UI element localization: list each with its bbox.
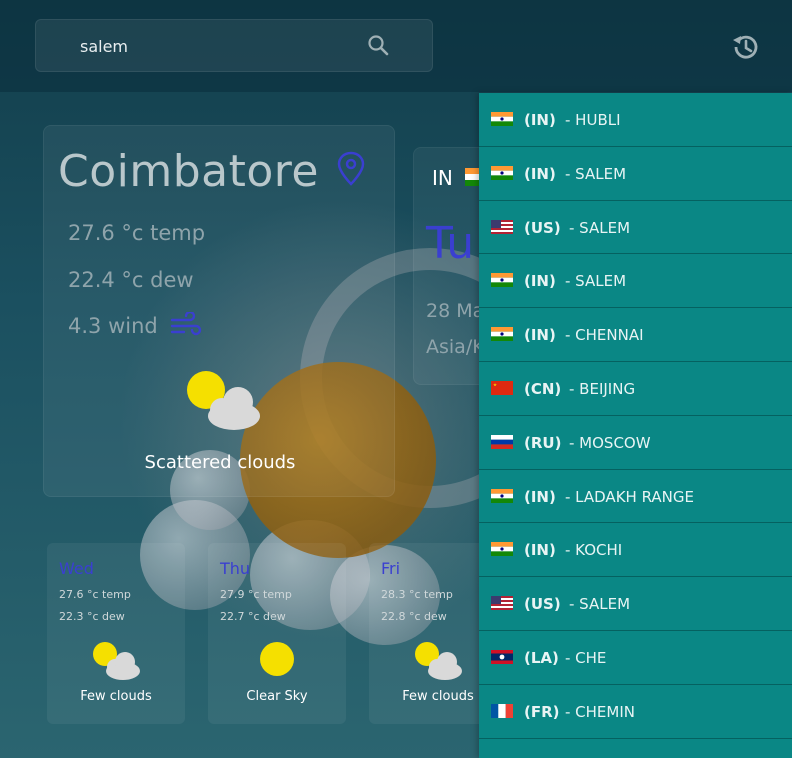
suggestion-item[interactable]: (US) - SALEM (479, 577, 792, 631)
india-flag-icon (491, 165, 513, 180)
search-suggestions-dropdown: (IN) - HUBLI (IN) - SALEM (US) - SALEM (IN) - S… (479, 93, 792, 758)
clear-sky-icon (260, 642, 294, 676)
temperature-value: 27.6 °c temp (68, 221, 206, 245)
suggestion-item[interactable]: (IN) - SALEM (479, 147, 792, 201)
suggestion-country-code: (LA) (524, 648, 559, 667)
search-input[interactable] (80, 34, 360, 58)
forecast-description: Few clouds (80, 689, 152, 704)
wind-icon (170, 312, 202, 336)
forecast-day: Fri (381, 559, 401, 578)
search-icon[interactable] (366, 33, 390, 57)
suggestion-item[interactable]: (LA) - CHE (479, 631, 792, 685)
suggestion-country-code: (US) (524, 595, 561, 614)
suggestion-country-code: (FR) (524, 702, 560, 721)
forecast-card: Wed 27.6 °c temp 22.3 °c dew Few clouds (47, 543, 185, 724)
suggestion-item[interactable]: (IN) - KOCHI (479, 523, 792, 578)
suggestion-item[interactable]: (FR) - CHEMIN (479, 685, 792, 739)
suggestion-country-code: (IN) (524, 487, 556, 506)
usa-flag-icon (491, 219, 513, 234)
suggestion-city-name: - HUBLI (565, 111, 621, 129)
china-flag-icon (491, 380, 513, 395)
suggestion-city-name: - CHE (565, 648, 607, 667)
wind-value: 4.3 wind (68, 314, 158, 338)
few-clouds-icon (415, 642, 462, 680)
few-clouds-icon (93, 642, 140, 680)
suggestion-country-code: (CN) (524, 379, 562, 398)
suggestion-item[interactable]: (IN) - LADAKH RANGE (479, 470, 792, 524)
suggestion-city-name: - SALEM (569, 595, 631, 614)
suggestion-item[interactable]: (RU) - MOSCOW (479, 416, 792, 470)
suggestion-item[interactable]: (US) - SALEM (479, 201, 792, 255)
usa-flag-icon (491, 596, 513, 611)
suggestion-city-name: - CHENNAI (565, 326, 644, 345)
forecast-dew: 22.8 °c dew (381, 610, 447, 623)
search-box[interactable] (35, 19, 433, 72)
suggestion-country-code: (IN) (524, 164, 556, 183)
dew-value: 22.4 °c dew (68, 268, 194, 292)
france-flag-icon (491, 703, 513, 718)
suggestion-city-name: - LADAKH RANGE (565, 487, 694, 506)
date-text: 28 Ma (426, 300, 485, 322)
suggestion-country-code: (US) (524, 218, 561, 237)
history-icon[interactable] (730, 31, 762, 63)
forecast-day: Thu (220, 559, 251, 578)
laos-flag-icon (491, 649, 513, 664)
suggestion-city-name: - CHEMIN (565, 702, 635, 721)
suggestion-city-name: - SALEM (565, 272, 627, 291)
forecast-dew: 22.3 °c dew (59, 610, 125, 623)
scattered-clouds-icon (187, 371, 260, 430)
suggestion-city-name: - SALEM (565, 164, 627, 183)
current-weather-card: Coimbatore 27.6 °c temp 22.4 °c dew 4.3 … (43, 125, 395, 497)
suggestion-country-code: (IN) (524, 272, 556, 291)
suggestion-city-name: - SALEM (569, 218, 631, 237)
forecast-day: Wed (59, 559, 94, 578)
suggestion-country-code: (RU) (524, 433, 562, 452)
day-name: Tu (426, 218, 475, 269)
forecast-description: Clear Sky (246, 689, 308, 704)
forecast-temp: 27.6 °c temp (59, 588, 131, 601)
suggestion-country-code: (IN) (524, 326, 556, 345)
suggestion-item[interactable]: (IN) - CHENNAI (479, 308, 792, 362)
suggestion-item[interactable]: (CN) - BEIJING (479, 362, 792, 416)
location-pin-icon[interactable] (336, 150, 366, 188)
india-flag-icon (491, 273, 513, 288)
suggestion-item[interactable] (479, 739, 792, 758)
russia-flag-icon (491, 434, 513, 449)
forecast-card: Thu 27.9 °c temp 22.7 °c dew Clear Sky (208, 543, 346, 724)
forecast-temp: 27.9 °c temp (220, 588, 292, 601)
suggestion-country-code: (IN) (524, 111, 556, 129)
suggestion-city-name: - KOCHI (565, 541, 623, 560)
forecast-temp: 28.3 °c temp (381, 588, 453, 601)
india-flag-icon (491, 327, 513, 342)
india-flag-icon (491, 488, 513, 503)
country-code: IN (432, 166, 453, 190)
india-flag-icon (491, 112, 513, 126)
city-name: Coimbatore (58, 146, 319, 197)
timezone-text: Asia/K (426, 336, 485, 358)
suggestion-city-name: - MOSCOW (569, 433, 651, 452)
forecast-dew: 22.7 °c dew (220, 610, 286, 623)
suggestion-city-name: - BEIJING (569, 379, 636, 398)
suggestion-country-code: (IN) (524, 541, 556, 560)
weather-description: Scattered clouds (144, 452, 296, 473)
suggestion-item[interactable]: (IN) - SALEM (479, 254, 792, 309)
suggestion-item[interactable]: (IN) - HUBLI (479, 93, 792, 147)
india-flag-icon (491, 542, 513, 557)
